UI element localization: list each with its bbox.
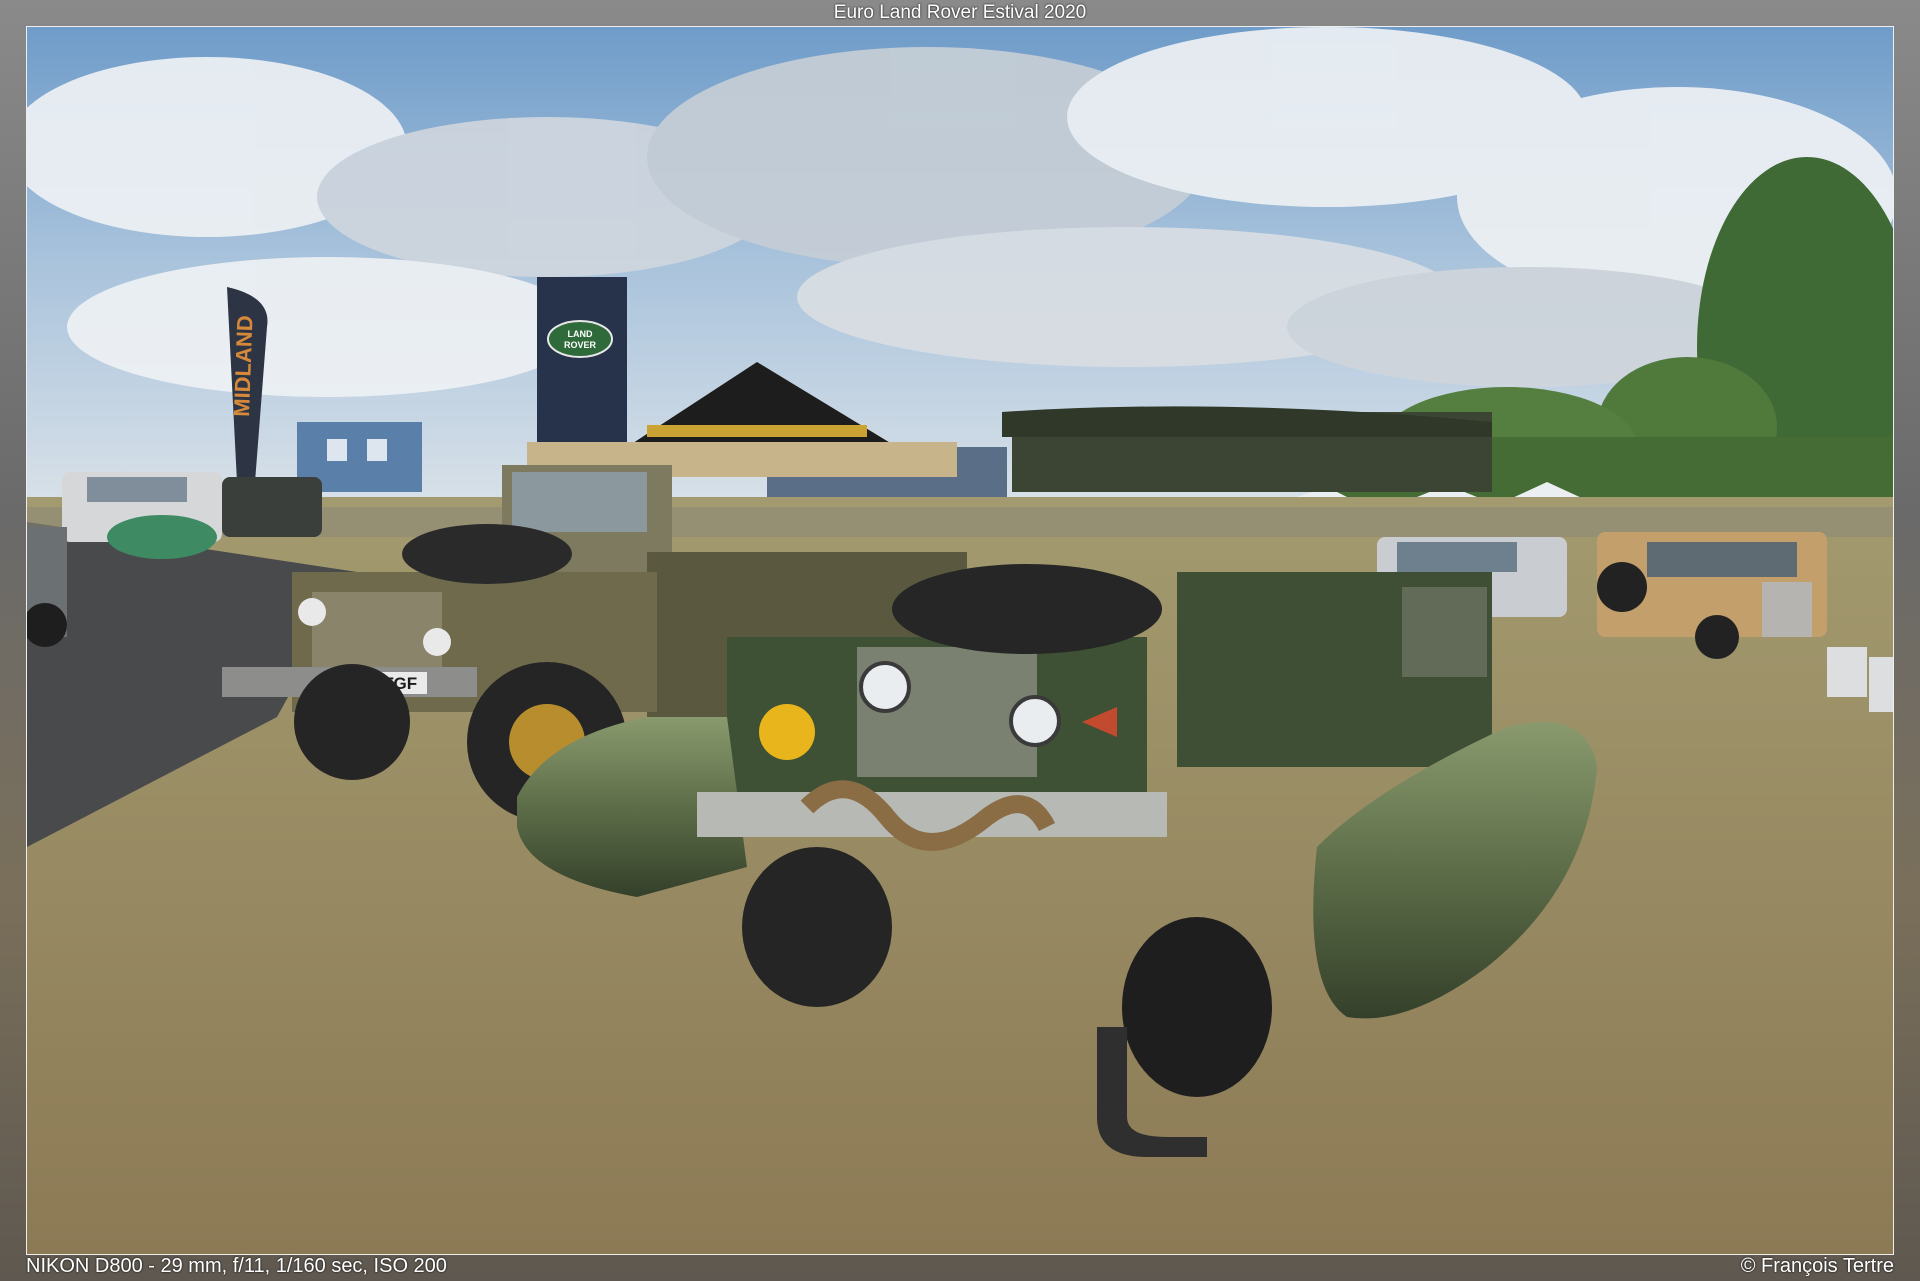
flag-left-text: MIDLAND [229, 315, 258, 417]
front-bumper [697, 792, 1167, 837]
photo: MIDLAND LAND ROVER TGF [26, 26, 1894, 1255]
exif-caption: NIKON D800 - 29 mm, f/11, 1/160 sec, ISO… [26, 1255, 447, 1277]
front-wheel-left [294, 664, 410, 780]
banner-badge-line2: ROVER [564, 340, 597, 350]
front-wheel-green-left [742, 847, 892, 1007]
spare-wheel [892, 564, 1162, 654]
copyright-caption: © François Tertre [1740, 1255, 1894, 1277]
front-wheel-green-right [1122, 917, 1272, 1097]
banner-badge-line1: LAND [568, 329, 593, 339]
banner-land-rover: LAND ROVER [537, 277, 627, 462]
page-title: Euro Land Rover Estival 2020 [833, 2, 1087, 23]
